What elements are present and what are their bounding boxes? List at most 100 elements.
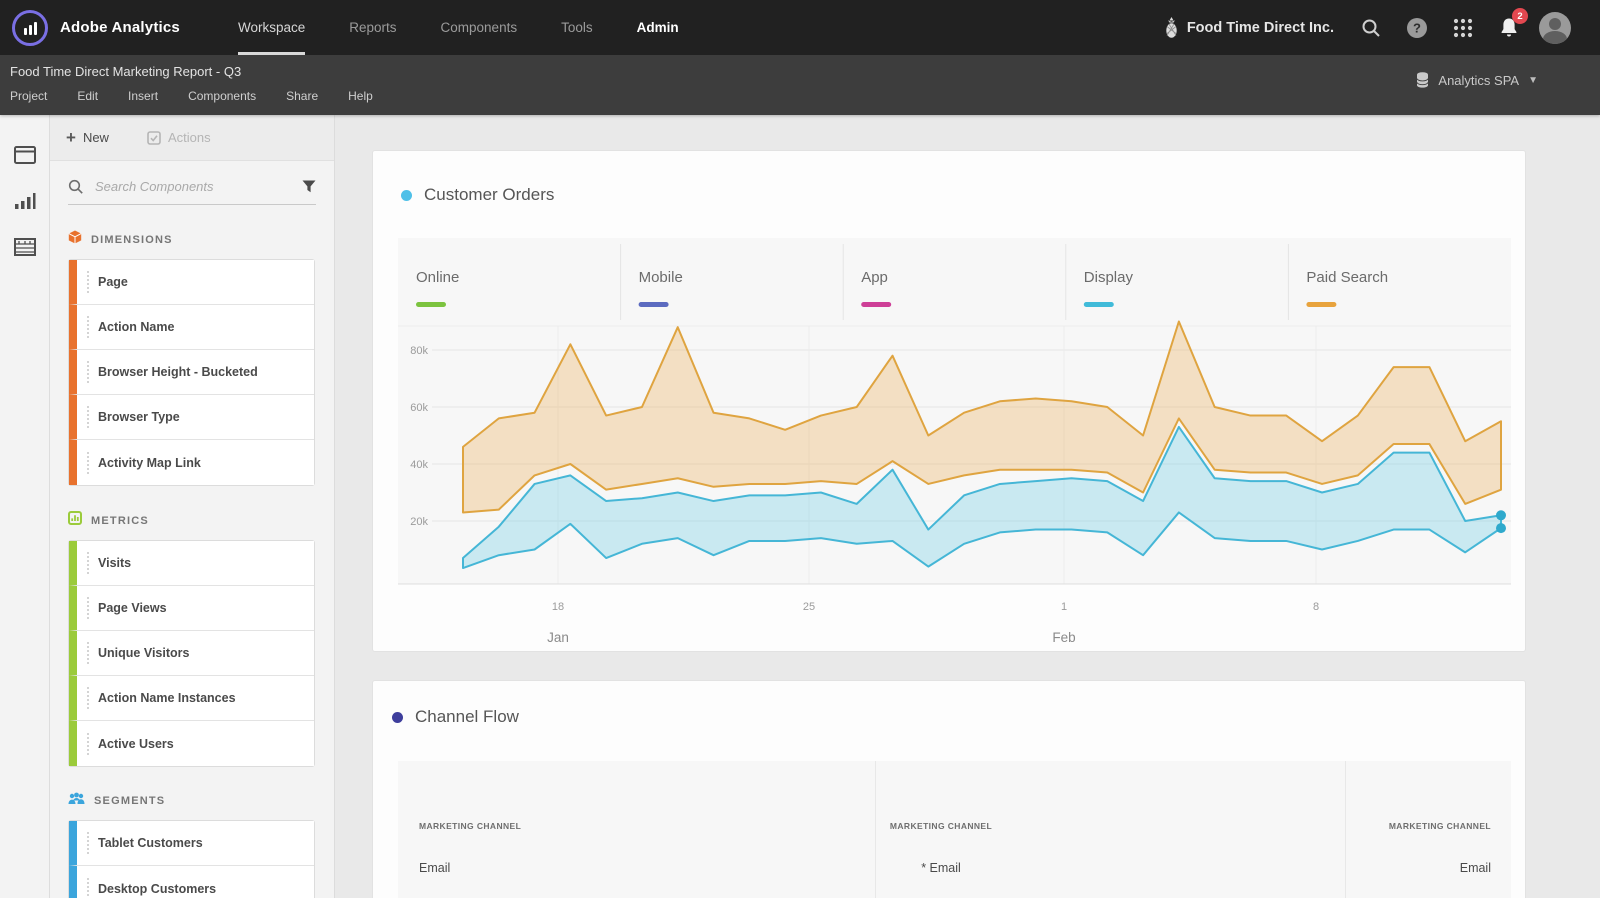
project-menu-components[interactable]: Components <box>188 89 256 103</box>
y-tick-label: 40k <box>410 459 428 471</box>
drag-handle[interactable] <box>87 597 89 619</box>
section-header-metrics: METRICS <box>68 511 334 530</box>
customer-orders-panel: Customer Orders Online Mobile App Display Pa… <box>372 150 1526 652</box>
report-suite-icon <box>1416 72 1429 88</box>
channel-flow-dot <box>392 711 403 723</box>
section-title: DIMENSIONS <box>91 233 173 246</box>
customer-orders-title: Customer Orders <box>424 185 555 204</box>
dimension-icon <box>68 230 82 249</box>
new-button-label: New <box>82 130 109 145</box>
sidebar-toolbar: + New Actions <box>50 115 334 161</box>
channel-flow-visualization: MARKETING CHANNEL Email MARKETING CHANNEL *… <box>398 761 1511 898</box>
drag-handle[interactable] <box>87 451 89 474</box>
top-navigation-bar: Adobe Analytics Workspace Reports Componen… <box>0 0 1600 55</box>
company-name: Food Time Direct Inc. <box>1186 19 1334 36</box>
component-list-segments: Tablet Customers Desktop Customers <box>68 820 315 898</box>
panel-header: Channel Flow <box>392 707 519 727</box>
metrics-item-action-name-instances[interactable]: Action Name Instances <box>69 676 314 721</box>
component-label: Unique Visitors <box>98 646 190 660</box>
dimensions-item-browser-type[interactable]: Browser Type <box>69 395 314 440</box>
drag-handle[interactable] <box>87 361 89 383</box>
customer-orders-chart[interactable]: Online Mobile App Display Paid Search 20k 40k 6… <box>398 238 1511 649</box>
visualizations-icon[interactable] <box>0 179 50 223</box>
component-label: Activity Map Link <box>98 455 201 470</box>
topnav-item-workspace[interactable]: Workspace <box>237 0 306 55</box>
drag-handle[interactable] <box>87 642 89 664</box>
channel-header-paid-search: Paid Search <box>1306 269 1388 286</box>
topnav-item-components[interactable]: Components <box>441 0 518 55</box>
component-sections: DIMENSIONS Page Action Name Browser Height … <box>50 230 334 898</box>
search-icon <box>68 179 83 194</box>
component-label: Browser Type <box>98 410 180 424</box>
app-switcher-icon[interactable] <box>1440 0 1486 55</box>
flow-node-email[interactable]: Email <box>1051 861 1491 875</box>
help-icon[interactable]: ? <box>1394 0 1440 55</box>
x-tick-label: 18 <box>552 601 564 613</box>
section-title: SEGMENTS <box>94 795 166 807</box>
notifications-bell-icon[interactable]: 2 <box>1486 0 1532 55</box>
component-label: Desktop Customers <box>98 881 217 896</box>
drag-handle[interactable] <box>87 316 89 338</box>
section-header-segments: SEGMENTS <box>68 792 334 810</box>
metrics-item-active-users[interactable]: Active Users <box>69 721 314 766</box>
topnav-item-tools[interactable]: Tools <box>561 0 593 55</box>
report-suite-name: Analytics SPA <box>1438 72 1520 88</box>
metrics-item-page-views[interactable]: Page Views <box>69 586 314 631</box>
component-label: Page <box>98 275 128 289</box>
drag-handle[interactable] <box>87 732 89 755</box>
channel-header-online: Online <box>416 269 459 286</box>
search-components-input[interactable] <box>93 178 293 195</box>
pineapple-icon <box>1166 16 1177 38</box>
channel-flow-title: Channel Flow <box>415 707 519 726</box>
chevron-down-icon: ▼ <box>1528 74 1538 86</box>
section-header-dimensions: DIMENSIONS <box>68 230 334 249</box>
topnav-item-reports[interactable]: Reports <box>349 0 396 55</box>
project-menu-insert[interactable]: Insert <box>128 89 158 103</box>
section-metrics: METRICS Visits Page Views Unique Visitors Ac… <box>50 511 334 767</box>
metrics-item-unique-visitors[interactable]: Unique Visitors <box>69 631 314 676</box>
drag-handle[interactable] <box>87 877 89 898</box>
search-icon[interactable] <box>1348 0 1394 55</box>
project-title: Food Time Direct Marketing Report - Q3 <box>10 64 242 79</box>
dimensions-item-page[interactable]: Page <box>69 260 314 305</box>
series-end-marker <box>1496 523 1506 534</box>
actions-button[interactable]: Actions <box>147 130 211 145</box>
topnav-item-admin[interactable]: Admin <box>637 0 679 55</box>
components-table-icon[interactable] <box>0 225 50 269</box>
user-avatar[interactable] <box>1532 0 1578 55</box>
y-tick-label: 20k <box>410 516 428 528</box>
channel-color-bar-display <box>1083 302 1114 307</box>
project-menu-help[interactable]: Help <box>348 89 373 103</box>
month-label: Jan <box>547 630 569 645</box>
x-tick-label: 8 <box>1313 601 1319 613</box>
project-menu-share[interactable]: Share <box>286 89 318 103</box>
dimensions-item-action-name[interactable]: Action Name <box>69 305 314 350</box>
segments-item-tablet-customers[interactable]: Tablet Customers <box>69 821 314 866</box>
channel-flow-panel: Channel Flow MARKETING CHANNEL Email MARKE… <box>372 680 1526 898</box>
dimensions-item-browser-height-bucketed[interactable]: Browser Height - Bucketed <box>69 350 314 395</box>
report-suite-selector[interactable]: Analytics SPA ▼ <box>1416 72 1538 88</box>
project-menu-project[interactable]: Project <box>10 89 47 103</box>
channel-color-bar-online <box>416 302 446 307</box>
company-selector[interactable]: Food Time Direct Inc. <box>1164 16 1334 39</box>
component-label: Action Name <box>98 320 175 334</box>
panel-header: Customer Orders <box>401 185 554 205</box>
panels-icon[interactable] <box>0 133 50 177</box>
segments-item-desktop-customers[interactable]: Desktop Customers <box>69 866 314 898</box>
metrics-item-visits[interactable]: Visits <box>69 541 314 586</box>
adobe-analytics-logo[interactable]: Adobe Analytics <box>0 9 180 46</box>
filter-funnel-icon[interactable] <box>302 180 316 193</box>
x-tick-label: 25 <box>803 601 815 613</box>
drag-handle[interactable] <box>87 687 89 709</box>
checkbox-icon <box>147 130 161 145</box>
segment-icon <box>68 792 85 810</box>
dimensions-item-activity-map-link[interactable]: Activity Map Link <box>69 440 314 485</box>
new-button[interactable]: + New <box>66 129 109 146</box>
component-list-metrics: Visits Page Views Unique Visitors Action Na… <box>68 540 315 767</box>
drag-handle[interactable] <box>87 271 89 293</box>
project-menu-edit[interactable]: Edit <box>77 89 98 103</box>
drag-handle[interactable] <box>87 832 89 854</box>
drag-handle[interactable] <box>87 406 89 428</box>
drag-handle[interactable] <box>87 552 89 574</box>
channel-header-mobile: Mobile <box>639 269 683 286</box>
